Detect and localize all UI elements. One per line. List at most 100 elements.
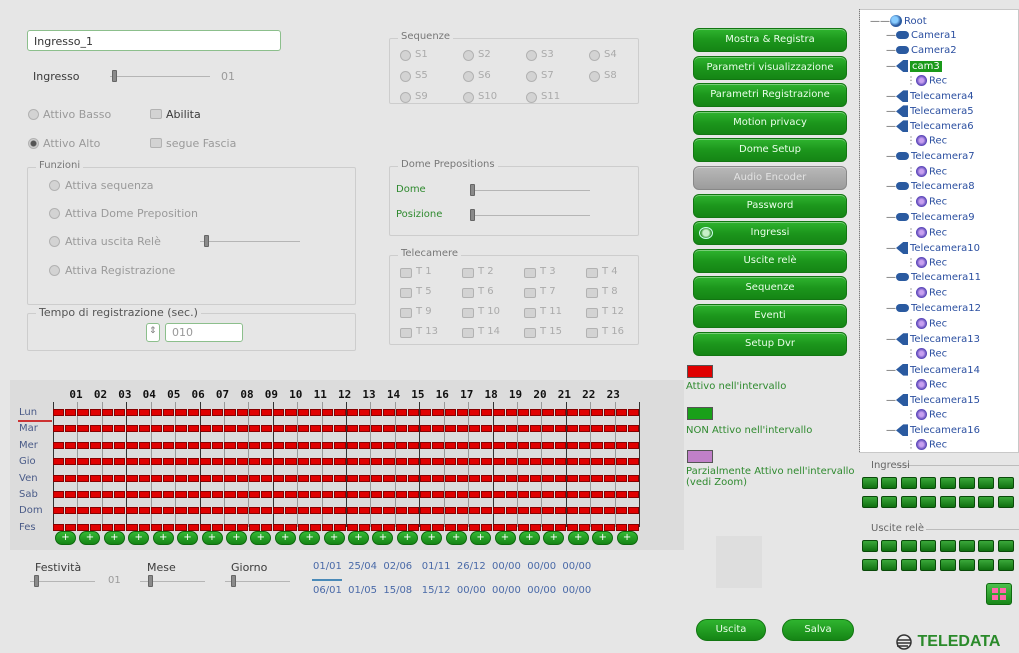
dome-slider-thumb[interactable] [470,184,475,196]
giorno-slider-thumb[interactable] [231,575,236,587]
schedule-slot[interactable] [468,409,481,416]
schedule-slot[interactable] [322,441,334,449]
telecamera-checkbox[interactable] [400,328,412,338]
schedule-slot[interactable] [212,491,224,498]
schedule-slot[interactable] [273,474,285,482]
schedule-slot[interactable] [395,458,407,466]
schedule-slot[interactable] [628,425,640,433]
schedule-slot[interactable] [517,507,530,515]
schedule-slot[interactable] [603,491,615,498]
schedule-slot[interactable] [175,491,187,498]
mostra-registra-button[interactable]: Mostra & Registra [693,28,847,52]
hour-zoom-button[interactable]: + [274,531,296,545]
schedule-slot[interactable] [273,523,285,531]
ingresso-led[interactable] [997,477,1014,489]
schedule-slot[interactable] [224,458,236,466]
schedule-slot[interactable] [322,458,334,466]
tree-root[interactable]: —— Root [870,15,927,27]
schedule-slot[interactable] [260,441,273,449]
hour-zoom-button[interactable]: + [128,531,150,545]
schedule-slot[interactable] [566,474,579,482]
hour-zoom-button[interactable]: + [616,531,638,545]
schedule-slot[interactable] [407,458,420,466]
schedule-slot[interactable] [285,523,297,531]
telecamera-checkbox[interactable] [586,268,598,278]
schedule-slot[interactable] [212,441,224,449]
schedule-slot[interactable] [163,425,175,433]
schedule-slot[interactable] [150,523,163,531]
schedule-slot[interactable] [101,474,114,482]
schedule-slot[interactable] [101,491,114,498]
segue-fascia-checkbox[interactable] [150,138,162,148]
schedule-slot[interactable] [212,425,224,433]
schedule-slot[interactable] [150,441,163,449]
schedule-slot[interactable] [468,474,481,482]
hour-zoom-button[interactable]: + [396,531,418,545]
schedule-slot[interactable] [493,523,505,531]
schedule-slot[interactable] [114,409,126,416]
schedule-slot[interactable] [309,441,322,449]
schedule-slot[interactable] [187,491,199,498]
schedule-slot[interactable] [444,507,456,515]
schedule-slot[interactable] [297,507,309,515]
ingresso-led[interactable] [997,496,1014,508]
sequenza-radio[interactable] [463,92,474,103]
sequenza-radio[interactable] [526,50,537,61]
schedule-slot[interactable] [187,425,199,433]
schedule-slot[interactable] [322,474,334,482]
schedule-slot[interactable] [334,425,346,433]
schedule-slot[interactable] [542,458,554,466]
ingresso-led[interactable] [900,477,917,489]
schedule-slot[interactable] [407,425,420,433]
uscita-led[interactable] [881,540,898,552]
hour-zoom-button[interactable]: + [201,531,223,545]
schedule-slot[interactable] [493,425,505,433]
hour-zoom-button[interactable]: + [494,531,516,545]
uscita-led[interactable] [978,540,995,552]
hour-zoom-button[interactable]: + [421,531,443,545]
eventi-button[interactable]: Eventi [693,304,847,328]
schedule-slot[interactable] [493,491,505,498]
schedule-slot[interactable] [603,474,615,482]
tree-camera-item[interactable]: — Telecamera5 [886,105,974,118]
hour-zoom-button[interactable]: + [592,531,614,545]
schedule-slot[interactable] [53,523,65,531]
schedule-slot[interactable] [138,441,150,449]
schedule-slot[interactable] [628,458,640,466]
schedule-slot[interactable] [53,425,65,433]
schedule-slot[interactable] [322,409,334,416]
schedule-slot[interactable] [126,458,138,466]
hour-zoom-button[interactable]: + [372,531,394,545]
schedule-slot[interactable] [199,425,212,433]
schedule-slot[interactable] [126,441,138,449]
schedule-slot[interactable] [77,458,89,466]
schedule-slot[interactable] [615,474,628,482]
schedule-slot[interactable] [542,441,554,449]
schedule-slot[interactable] [628,491,640,498]
schedule-slot[interactable] [236,491,248,498]
uscita-led[interactable] [959,559,975,571]
attiva-registrazione-radio[interactable] [49,265,60,276]
schedule-slot[interactable] [493,441,505,449]
uscita-led[interactable] [900,559,917,571]
schedule-slot[interactable] [615,491,628,498]
telecamera-checkbox[interactable] [524,328,536,338]
day-schedule-row[interactable] [53,523,640,531]
schedule-slot[interactable] [579,491,591,498]
schedule-slot[interactable] [346,458,358,466]
ingresso-led[interactable] [920,477,937,489]
schedule-slot[interactable] [334,491,346,498]
schedule-slot[interactable] [432,409,444,416]
schedule-slot[interactable] [273,458,285,466]
schedule-slot[interactable] [260,409,273,416]
schedule-slot[interactable] [297,474,309,482]
schedule-slot[interactable] [505,507,517,515]
schedule-slot[interactable] [334,523,346,531]
schedule-slot[interactable] [468,523,481,531]
schedule-slot[interactable] [432,474,444,482]
schedule-slot[interactable] [236,523,248,531]
festivita-slider-thumb[interactable] [34,575,39,587]
schedule-slot[interactable] [334,474,346,482]
schedule-slot[interactable] [444,425,456,433]
schedule-slot[interactable] [309,523,322,531]
